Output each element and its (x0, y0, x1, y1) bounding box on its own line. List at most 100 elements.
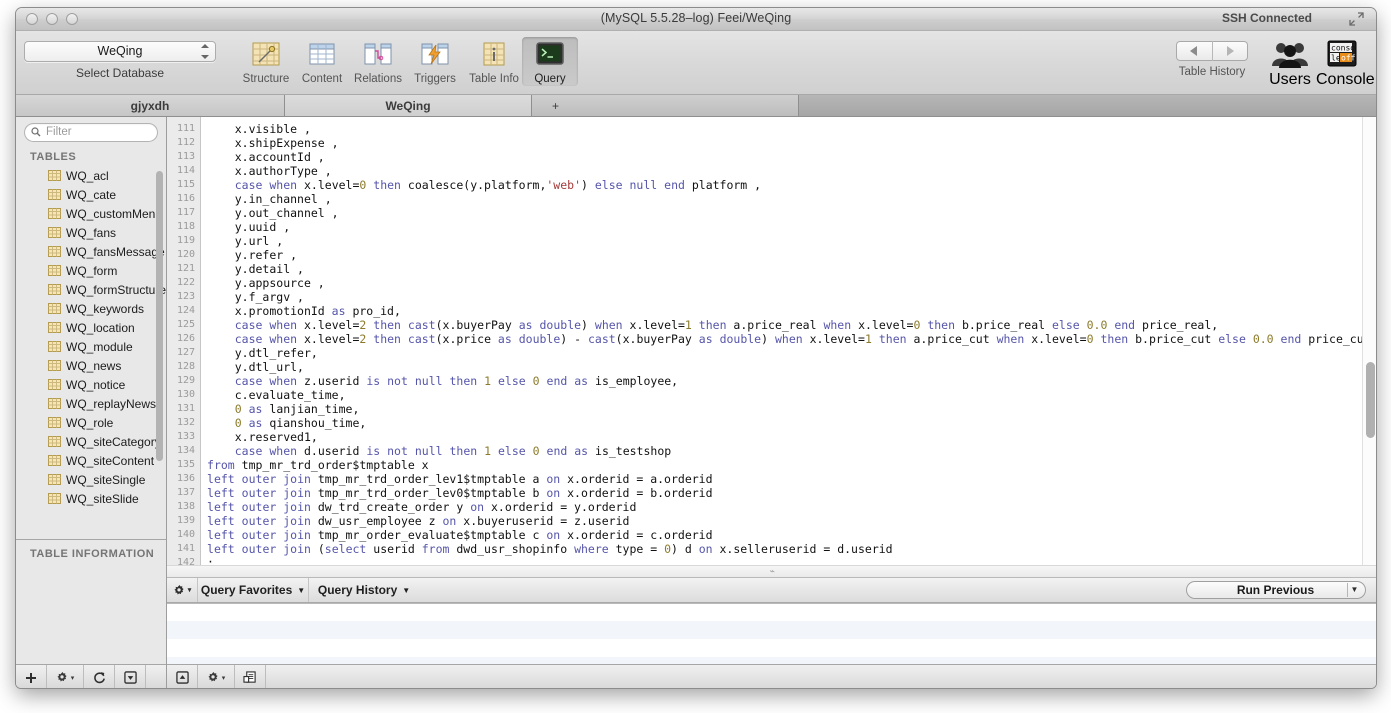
sidebar-table-item[interactable]: WQ_cate (16, 185, 166, 204)
code-line[interactable]: y.dtl_refer, (201, 346, 1376, 360)
editor-vertical-scrollbar[interactable] (1361, 117, 1376, 565)
editor-horizontal-scrollbar[interactable]: ⌁ (167, 565, 1376, 578)
select-database-control[interactable]: WeQing (24, 41, 216, 62)
sidebar-table-item[interactable]: WQ_news (16, 356, 166, 375)
code-line[interactable]: case when d.userid is not null then 1 el… (201, 444, 1376, 458)
code-line[interactable]: left outer join tmp_mr_trd_order_lev0$tm… (201, 486, 1376, 500)
code-line[interactable]: x.shipExpense , (201, 136, 1376, 150)
query-favorites-button[interactable]: Query Favorites ▼ (198, 578, 310, 602)
refresh-tables-button[interactable] (84, 665, 115, 688)
sidebar-table-item[interactable]: WQ_notice (16, 375, 166, 394)
code-line[interactable]: c.evaluate_time, (201, 388, 1376, 402)
sidebar-table-item[interactable]: WQ_acl (16, 166, 166, 185)
run-previous-button[interactable]: Run Previous ▼ (1185, 581, 1366, 599)
toolbar-item-console[interactable]: conso le off Console (1316, 37, 1375, 89)
toolbar-item-users[interactable]: Users (1266, 37, 1314, 89)
code-line[interactable]: y.f_argv , (201, 290, 1376, 304)
add-table-button[interactable] (16, 665, 47, 688)
toolbar-item-relations[interactable]: Relations (350, 37, 406, 85)
code-line[interactable]: x.promotionId as pro_id, (201, 304, 1376, 318)
code-line[interactable]: y.refer , (201, 248, 1376, 262)
code-line[interactable]: x.visible , (201, 122, 1376, 136)
sidebar-table-item[interactable]: WQ_siteSlide (16, 489, 166, 508)
sidebar-table-item[interactable]: WQ_siteCategory (16, 432, 166, 451)
code-line[interactable]: x.accountId , (201, 150, 1376, 164)
window-tab-weqing[interactable]: WeQing (285, 95, 532, 116)
results-actions-button[interactable]: ▾ (198, 665, 236, 688)
sidebar-table-item[interactable]: WQ_formStructure (16, 280, 166, 299)
sql-editor[interactable]: 111 112 113 114 115 116 117 118 119 120 121 122 123 1… (167, 117, 1376, 565)
window-tab-gjyxdh[interactable]: gjyxdh (16, 95, 285, 116)
sidebar-table-label: WQ_formStructure (66, 282, 167, 297)
table-icon (48, 455, 61, 466)
toolbar-item-content[interactable]: Content (294, 37, 350, 85)
code-line[interactable]: y.detail , (201, 262, 1376, 276)
code-line[interactable]: left outer join tmp_mr_order_evaluate$tm… (201, 528, 1376, 542)
line-number: 138 (176, 501, 196, 512)
search-input[interactable]: Filter (24, 122, 159, 142)
result-row[interactable] (167, 657, 1376, 664)
code-line[interactable]: case when z.userid is not null then 1 el… (201, 374, 1376, 388)
toolbar-item-query[interactable]: Query (522, 37, 578, 86)
table-history-back-button[interactable] (1176, 41, 1213, 61)
fullscreen-icon[interactable] (1349, 12, 1364, 26)
sidebar-table-item[interactable]: WQ_form (16, 261, 166, 280)
chevron-updown-icon[interactable] (200, 44, 209, 59)
table-history-nav[interactable] (1176, 41, 1248, 61)
toolbar-item-label: Console (1316, 71, 1375, 88)
sidebar-table-item[interactable]: WQ_siteContent (16, 451, 166, 470)
code-line[interactable]: case when x.level=0 then coalesce(y.plat… (201, 178, 1376, 192)
code-line[interactable]: y.appsource , (201, 276, 1376, 290)
content-icon (294, 37, 350, 71)
toolbar-item-triggers[interactable]: Triggers (407, 37, 463, 85)
table-history-forward-button[interactable] (1213, 41, 1249, 61)
sidebar-table-item[interactable]: WQ_customMenu (16, 204, 166, 223)
export-tables-button[interactable] (115, 665, 146, 688)
code-line[interactable]: 0 as lanjian_time, (201, 402, 1376, 416)
code-line[interactable]: x.authorType , (201, 164, 1376, 178)
new-tab-button[interactable]: + (532, 95, 799, 116)
query-actions-button[interactable]: ▾ (167, 578, 199, 602)
toolbar-item-structure[interactable]: Structure (238, 37, 294, 85)
chevron-down-icon[interactable]: ▼ (1346, 583, 1362, 597)
code-line[interactable]: from tmp_mr_trd_order$tmptable x (201, 458, 1376, 472)
sql-code-area[interactable]: x.visible , x.shipExpense , x.accountId … (201, 117, 1376, 565)
result-row[interactable] (167, 603, 1376, 621)
show-console-button[interactable] (167, 665, 199, 688)
code-line[interactable]: y.uuid , (201, 220, 1376, 234)
query-favorites-label: Query Favorites (200, 583, 293, 597)
sidebar-scrollbar[interactable] (156, 171, 164, 461)
code-line[interactable]: y.url , (201, 234, 1376, 248)
code-line[interactable]: y.in_channel , (201, 192, 1376, 206)
code-line[interactable]: y.dtl_url, (201, 360, 1376, 374)
sidebar-table-item[interactable]: WQ_keywords (16, 299, 166, 318)
table-icon (48, 398, 61, 409)
code-line[interactable]: 0 as qianshou_time, (201, 416, 1376, 430)
code-line[interactable]: ; (201, 556, 1376, 565)
code-line[interactable]: left outer join dw_usr_employee z on x.b… (201, 514, 1376, 528)
code-line[interactable]: case when x.level=2 then cast(x.buyerPay… (201, 318, 1376, 332)
code-line[interactable]: x.reserved1, (201, 430, 1376, 444)
sidebar-table-item[interactable]: WQ_siteSingle (16, 470, 166, 489)
query-results-area[interactable] (167, 603, 1376, 664)
code-line[interactable]: left outer join tmp_mr_trd_order_lev1$tm… (201, 472, 1376, 486)
database-popup-button[interactable]: WeQing (24, 41, 216, 62)
toolbar-item-table-info[interactable]: Table Info (466, 37, 522, 85)
tables-list[interactable]: TABLES WQ_acl WQ_cate WQ_customMenu WQ_fans… (16, 147, 167, 540)
result-row[interactable] (167, 621, 1376, 639)
sidebar-table-item[interactable]: WQ_role (16, 413, 166, 432)
sidebar-table-item[interactable]: WQ_fansMessage (16, 242, 166, 261)
sidebar-table-item[interactable]: WQ_fans (16, 223, 166, 242)
code-line[interactable]: case when x.level=2 then cast(x.price as… (201, 332, 1376, 346)
code-line[interactable]: left outer join dw_trd_create_order y on… (201, 500, 1376, 514)
result-row[interactable] (167, 639, 1376, 657)
code-line[interactable]: left outer join (select userid from dwd_… (201, 542, 1376, 556)
copy-rows-button[interactable] (235, 665, 267, 688)
sidebar-table-item[interactable]: WQ_replayNews (16, 394, 166, 413)
table-actions-button[interactable]: ▾ (47, 665, 84, 688)
query-history-button[interactable]: Query History ▼ (309, 578, 419, 602)
editor-scrollbar-thumb[interactable] (1365, 362, 1375, 438)
sidebar-table-item[interactable]: WQ_module (16, 337, 166, 356)
code-line[interactable]: y.out_channel , (201, 206, 1376, 220)
sidebar-table-item[interactable]: WQ_location (16, 318, 166, 337)
